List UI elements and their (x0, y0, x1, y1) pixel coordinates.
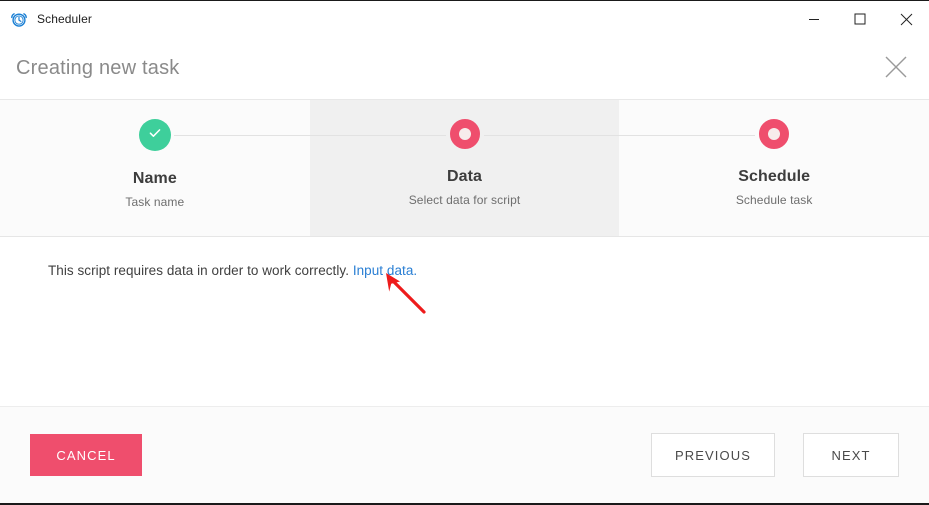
next-button[interactable]: NEXT (803, 433, 899, 477)
alarm-clock-icon (10, 10, 28, 28)
check-icon (147, 125, 163, 146)
step-marker-completed (138, 119, 171, 151)
step-connector-right (173, 135, 310, 136)
step-label: Name (132, 170, 177, 187)
maximize-button[interactable] (837, 1, 883, 37)
step-label: Schedule (738, 168, 811, 185)
close-icon (884, 55, 908, 82)
step-marker-active (449, 119, 480, 149)
wizard-stepper: Name Task name Data Select data for scri… (0, 100, 929, 237)
app-title: Scheduler (37, 12, 92, 26)
requirement-message-text: This script requires data in order to wo… (48, 263, 350, 278)
dialog-close-button[interactable] (881, 53, 911, 83)
dot-icon (768, 128, 781, 140)
close-icon (900, 13, 913, 26)
step-connector-right (483, 135, 620, 136)
close-button[interactable] (883, 1, 929, 37)
step-connector-left (619, 135, 756, 136)
message-suffix: . (413, 263, 418, 278)
minimize-icon (808, 13, 820, 25)
dialog-header: Creating new task (0, 37, 929, 100)
step-sublabel: Select data for script (408, 193, 521, 207)
step-sublabel: Schedule task (735, 193, 813, 207)
step-label: Data (446, 168, 483, 185)
step-connector-left (309, 135, 446, 136)
page-title: Creating new task (16, 56, 180, 79)
step-marker-upcoming (759, 119, 790, 149)
step-name[interactable]: Name Task name (0, 100, 310, 236)
scheduler-window: Scheduler Creating new task Name Task na… (0, 0, 929, 505)
title-bar: Scheduler (0, 0, 929, 37)
minimize-button[interactable] (791, 1, 837, 37)
step-schedule[interactable]: Schedule Schedule task (619, 100, 929, 236)
maximize-icon (854, 13, 866, 25)
dot-icon (458, 128, 471, 140)
dialog-footer: CANCEL PREVIOUS NEXT (0, 406, 929, 503)
step-data[interactable]: Data Select data for script (309, 100, 620, 236)
previous-button[interactable]: PREVIOUS (651, 433, 775, 477)
requirement-message: This script requires data in order to wo… (48, 263, 417, 278)
dialog-content: This script requires data in order to wo… (0, 237, 929, 406)
title-bar-left: Scheduler (0, 10, 92, 28)
footer-nav-buttons: PREVIOUS NEXT (651, 433, 899, 477)
input-data-link[interactable]: Input data (353, 263, 414, 278)
cancel-button[interactable]: CANCEL (30, 434, 142, 476)
step-sublabel: Task name (125, 195, 185, 209)
window-controls (791, 1, 929, 37)
